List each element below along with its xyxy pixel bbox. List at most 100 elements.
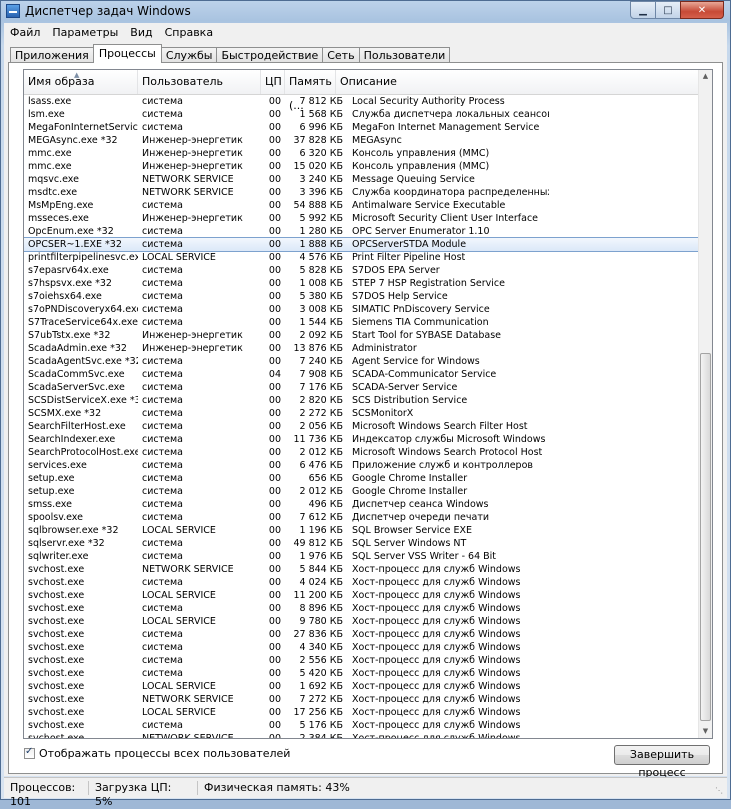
close-button[interactable]: ✕	[680, 1, 724, 19]
process-description: Диспетчер сеанса Windows	[352, 499, 489, 510]
end-process-button[interactable]: Завершить процесс	[614, 745, 710, 779]
process-row[interactable]: msseces.exe Инженер-энергетик 00 5 992 КБ Mi…	[24, 212, 700, 225]
process-row[interactable]: smss.exe система 00 496 КБ Диспетчер сеанса …	[24, 498, 700, 511]
process-row[interactable]: s7oPNDiscoveryx64.exe система 00 3 008 КБ SI…	[24, 303, 700, 316]
process-memory: 8 896 КБ	[299, 603, 343, 614]
process-row[interactable]: SearchProtocolHost.exe система 00 2 012 КБ M…	[24, 446, 700, 459]
process-row[interactable]: sqlbrowser.exe *32 LOCAL SERVICE 00 1 196 К…	[24, 524, 700, 537]
column-header-memory[interactable]: Память (...	[285, 70, 336, 112]
tab-processes[interactable]: Процессы	[92, 44, 162, 63]
title-bar[interactable]: Диспетчер задач Windows ▁ □ ✕	[1, 1, 730, 22]
column-header-cpu[interactable]: ЦП	[261, 70, 285, 94]
column-header-description[interactable]: Описание	[336, 70, 700, 94]
vertical-scrollbar[interactable]: ▲ ▼	[698, 70, 712, 738]
scroll-up-arrow-icon[interactable]: ▲	[699, 70, 712, 83]
process-row[interactable]: svchost.exe NETWORK SERVICE 00 5 844 КБ Хост…	[24, 563, 700, 576]
process-row[interactable]: svchost.exe LOCAL SERVICE 00 1 692 КБ Хост-п…	[24, 680, 700, 693]
process-memory: 49 812 КБ	[293, 538, 343, 549]
resize-grip-icon[interactable]: ⋱	[715, 786, 725, 796]
tab-applications[interactable]: Приложения	[10, 47, 94, 63]
process-row[interactable]: SCSDistServiceX.exe *32 система 00 2 820 КБ…	[24, 394, 700, 407]
process-user: система	[142, 395, 183, 406]
show-all-processes-option[interactable]: Отображать процессы всех пользователей	[24, 746, 290, 760]
minimize-button[interactable]: ▁	[630, 1, 656, 19]
scroll-down-arrow-icon[interactable]: ▼	[699, 725, 712, 738]
process-row[interactable]: msdtc.exe NETWORK SERVICE 00 3 396 КБ Служба…	[24, 186, 700, 199]
process-memory: 2 092 КБ	[299, 330, 343, 341]
process-row[interactable]: svchost.exe NETWORK SERVICE 00 7 272 КБ Хост…	[24, 693, 700, 706]
menu-file[interactable]: Файл	[4, 26, 46, 39]
process-row[interactable]: setup.exe система 00 656 КБ Google Chrome In…	[24, 472, 700, 485]
process-cpu: 00	[268, 681, 281, 692]
process-row[interactable]: services.exe система 00 6 476 КБ Приложение …	[24, 459, 700, 472]
process-row[interactable]: s7epasrv64x.exe система 00 5 828 КБ S7DOS EP…	[24, 264, 700, 277]
process-row[interactable]: MsMpEng.exe система 00 54 888 КБ Antimalware…	[24, 199, 700, 212]
process-row[interactable]: ScadaServerSvc.exe система 00 7 176 КБ SCADA…	[24, 381, 700, 394]
process-row[interactable]: svchost.exe система 00 2 556 КБ Хост-процесс…	[24, 654, 700, 667]
process-row[interactable]: svchost.exe система 00 5 420 КБ Хост-процесс…	[24, 667, 700, 680]
tab-performance[interactable]: Быстродействие	[216, 47, 324, 63]
column-header-image-name[interactable]: ▲ Имя образа	[24, 70, 138, 94]
process-row[interactable]: svchost.exe NETWORK SERVICE 00 2 384 КБ Хост…	[24, 732, 700, 738]
tab-services[interactable]: Службы	[160, 47, 218, 63]
process-row[interactable]: svchost.exe система 00 4 024 КБ Хост-процесс…	[24, 576, 700, 589]
process-row[interactable]: ScadaCommSvc.exe система 04 7 908 КБ SCADA-C…	[24, 368, 700, 381]
process-description: Print Filter Pipeline Host	[352, 252, 466, 263]
process-row[interactable]: printfilterpipelinesvc.exe LOCAL SERVICE 0…	[24, 251, 700, 264]
process-row[interactable]: SearchFilterHost.exe система 00 2 056 КБ Mic…	[24, 420, 700, 433]
process-user: система	[142, 317, 183, 328]
process-name: svchost.exe	[28, 642, 85, 653]
menu-view[interactable]: Вид	[124, 26, 158, 39]
menu-help[interactable]: Справка	[159, 26, 219, 39]
process-row[interactable]: OpcEnum.exe *32 система 00 1 280 КБ OPC Serv…	[24, 225, 700, 238]
process-list[interactable]: ▲ Имя образа Пользователь ЦП Память (...…	[23, 69, 713, 739]
process-user: система	[142, 577, 183, 588]
process-memory: 4 576 КБ	[299, 252, 343, 263]
process-row[interactable]: lsm.exe система 00 1 568 КБ Служба диспетчер…	[24, 108, 700, 121]
process-description: SQL Server Windows NT	[352, 538, 467, 549]
scrollbar-thumb[interactable]	[700, 353, 711, 721]
process-row[interactable]: S7TraceService64x.exe система 00 1 544 КБ Si…	[24, 316, 700, 329]
process-row[interactable]: s7oiehsx64.exe система 00 5 380 КБ S7DOS Hel…	[24, 290, 700, 303]
process-row[interactable]: MEGAsync.exe *32 Инженер-энергетик 00 37 82…	[24, 134, 700, 147]
show-all-processes-checkbox[interactable]	[24, 746, 35, 759]
process-description: Siemens TIA Communication	[352, 317, 489, 328]
process-row[interactable]: mmc.exe Инженер-энергетик 00 6 320 КБ Консол…	[24, 147, 700, 160]
process-memory: 496 КБ	[308, 499, 343, 510]
process-row[interactable]: MegaFonInternetService.... система 00 6 996…	[24, 121, 700, 134]
process-user: система	[142, 499, 183, 510]
process-name: s7oPNDiscoveryx64.exe	[28, 304, 138, 315]
process-row[interactable]: setup.exe система 00 2 012 КБ Google Chrome …	[24, 485, 700, 498]
process-user: система	[142, 239, 183, 250]
process-row[interactable]: sqlwriter.exe система 00 1 976 КБ SQL Server…	[24, 550, 700, 563]
process-row[interactable]: svchost.exe LOCAL SERVICE 00 17 256 КБ Хост-…	[24, 706, 700, 719]
process-row[interactable]: svchost.exe система 00 27 836 КБ Хост-процес…	[24, 628, 700, 641]
process-row[interactable]: mqsvc.exe NETWORK SERVICE 00 3 240 КБ Messag…	[24, 173, 700, 186]
process-row[interactable]: spoolsv.exe система 00 7 612 КБ Диспетчер оч…	[24, 511, 700, 524]
process-row[interactable]: s7hspsvx.exe *32 система 00 1 008 КБ STEP 7 …	[24, 277, 700, 290]
tab-users[interactable]: Пользователи	[358, 47, 451, 63]
menu-options[interactable]: Параметры	[46, 26, 124, 39]
process-row[interactable]: OPCSER~1.EXE *32 система 00 1 888 КБ OPCServ…	[24, 237, 701, 252]
process-row[interactable]: ScadaAgentSvc.exe *32 система 00 7 240 КБ Ag…	[24, 355, 700, 368]
maximize-button[interactable]: □	[655, 1, 681, 19]
process-cpu: 00	[268, 213, 281, 224]
process-row[interactable]: lsass.exe система 00 7 812 КБ Local Security…	[24, 95, 700, 108]
process-row[interactable]: sqlservr.exe *32 система 00 49 812 КБ SQL Se…	[24, 537, 700, 550]
process-row[interactable]: SCSMX.exe *32 система 00 2 272 КБ SCSMonitor…	[24, 407, 700, 420]
process-row[interactable]: mmc.exe Инженер-энергетик 00 15 020 КБ Консо…	[24, 160, 700, 173]
tab-networking[interactable]: Сеть	[322, 47, 360, 63]
process-row[interactable]: svchost.exe система 00 8 896 КБ Хост-процесс…	[24, 602, 700, 615]
process-memory: 7 908 КБ	[299, 369, 343, 380]
process-user: система	[142, 434, 183, 445]
process-user: система	[142, 473, 183, 484]
process-row[interactable]: ScadaAdmin.exe *32 Инженер-энергетик 00 13 …	[24, 342, 700, 355]
process-row[interactable]: svchost.exe система 00 4 340 КБ Хост-процесс…	[24, 641, 700, 654]
process-row[interactable]: SearchIndexer.exe система 00 11 736 КБ Индек…	[24, 433, 700, 446]
process-row[interactable]: S7ubTstx.exe *32 Инженер-энергетик 00 2 092…	[24, 329, 700, 342]
column-header-user[interactable]: Пользователь	[138, 70, 261, 94]
process-row[interactable]: svchost.exe LOCAL SERVICE 00 11 200 КБ Хост-…	[24, 589, 700, 602]
process-row[interactable]: svchost.exe система 00 5 176 КБ Хост-процесс…	[24, 719, 700, 732]
process-description: Диспетчер очереди печати	[352, 512, 490, 523]
process-row[interactable]: svchost.exe LOCAL SERVICE 00 9 780 КБ Хост-п…	[24, 615, 700, 628]
